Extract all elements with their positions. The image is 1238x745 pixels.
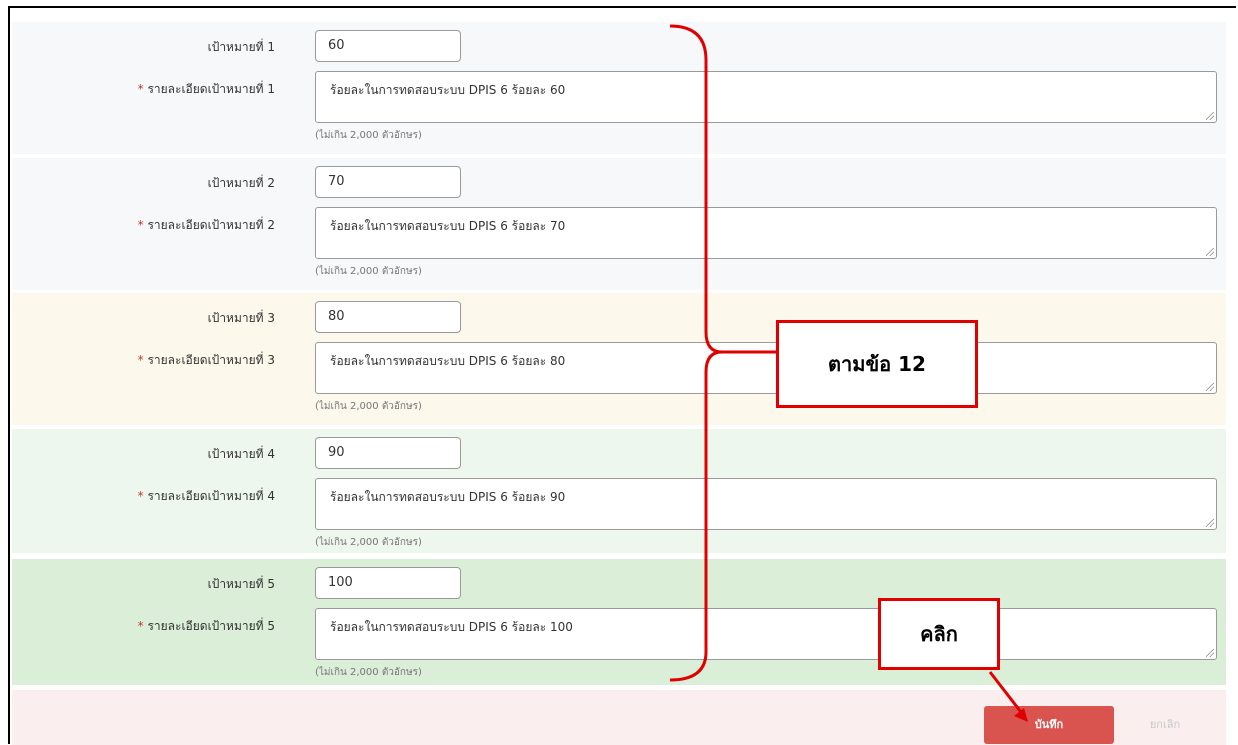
target-value-input-5[interactable]: 100 <box>315 567 461 599</box>
target-section-5: เป้าหมายที่ 5 100 * รายละเอียดเป้าหมายที… <box>12 559 1226 685</box>
target-label-1: เป้าหมายที่ 1 <box>207 40 275 54</box>
target-label-2: เป้าหมายที่ 2 <box>207 176 275 190</box>
target-label-4: เป้าหมายที่ 4 <box>207 447 275 461</box>
resize-grip-icon[interactable] <box>1206 248 1214 256</box>
brace-note-callout: ตามข้อ 12 <box>776 320 978 408</box>
click-note-callout: คลิก <box>878 598 1000 670</box>
target-detail-textarea-1[interactable]: ร้อยละในการทดสอบระบบ DPIS 6 ร้อยละ 60 <box>315 71 1217 123</box>
target-detail-label-3: * รายละเอียดเป้าหมายที่ 3 <box>0 351 275 370</box>
target-detail-text-4: ร้อยละในการทดสอบระบบ DPIS 6 ร้อยละ 90 <box>330 490 566 504</box>
char-limit-hint-1: (ไม่เกิน 2,000 ตัวอักษร) <box>315 130 422 141</box>
char-limit-hint-4: (ไม่เกิน 2,000 ตัวอักษร) <box>315 537 422 548</box>
required-mark: * <box>137 218 144 232</box>
target-value-input-3[interactable]: 80 <box>315 301 461 333</box>
target-section-3: เป้าหมายที่ 3 80 * รายละเอียดเป้าหมายที่… <box>12 293 1226 425</box>
target-detail-label-text-1: รายละเอียดเป้าหมายที่ 1 <box>147 82 275 96</box>
resize-grip-icon[interactable] <box>1206 649 1214 657</box>
target-detail-text-1: ร้อยละในการทดสอบระบบ DPIS 6 ร้อยละ 60 <box>330 83 566 97</box>
target-detail-textarea-3[interactable]: ร้อยละในการทดสอบระบบ DPIS 6 ร้อยละ 80 <box>315 342 1217 394</box>
target-value-input-4[interactable]: 90 <box>315 437 461 469</box>
target-detail-textarea-2[interactable]: ร้อยละในการทดสอบระบบ DPIS 6 ร้อยละ 70 <box>315 207 1217 259</box>
resize-grip-icon[interactable] <box>1206 383 1214 391</box>
target-label-3: เป้าหมายที่ 3 <box>207 311 275 325</box>
char-limit-hint-5: (ไม่เกิน 2,000 ตัวอักษร) <box>315 667 422 678</box>
resize-grip-icon[interactable] <box>1206 112 1214 120</box>
target-section-4: เป้าหมายที่ 4 90 * รายละเอียดเป้าหมายที่… <box>12 429 1226 553</box>
target-detail-text-3: ร้อยละในการทดสอบระบบ DPIS 6 ร้อยละ 80 <box>330 354 566 368</box>
target-detail-textarea-5[interactable]: ร้อยละในการทดสอบระบบ DPIS 6 ร้อยละ 100 <box>315 608 1217 660</box>
required-mark: * <box>137 353 144 367</box>
resize-grip-icon[interactable] <box>1206 519 1214 527</box>
target-detail-label-text-5: รายละเอียดเป้าหมายที่ 5 <box>147 619 275 633</box>
target-value-input-2[interactable]: 70 <box>315 166 461 198</box>
target-detail-textarea-4[interactable]: ร้อยละในการทดสอบระบบ DPIS 6 ร้อยละ 90 <box>315 478 1217 530</box>
char-limit-hint-3: (ไม่เกิน 2,000 ตัวอักษร) <box>315 401 422 412</box>
target-detail-label-4: * รายละเอียดเป้าหมายที่ 4 <box>0 487 275 506</box>
target-detail-label-text-3: รายละเอียดเป้าหมายที่ 3 <box>147 353 275 367</box>
target-detail-label-text-4: รายละเอียดเป้าหมายที่ 4 <box>147 489 275 503</box>
target-detail-label-5: * รายละเอียดเป้าหมายที่ 5 <box>0 617 275 636</box>
target-detail-text-2: ร้อยละในการทดสอบระบบ DPIS 6 ร้อยละ 70 <box>330 219 566 233</box>
char-limit-hint-2: (ไม่เกิน 2,000 ตัวอักษร) <box>315 266 422 277</box>
target-detail-label-2: * รายละเอียดเป้าหมายที่ 2 <box>0 216 275 235</box>
target-value-input-1[interactable]: 60 <box>315 30 461 62</box>
required-mark: * <box>137 489 144 503</box>
required-mark: * <box>137 82 144 96</box>
target-label-5: เป้าหมายที่ 5 <box>207 577 275 591</box>
target-detail-label-1: * รายละเอียดเป้าหมายที่ 1 <box>0 80 275 99</box>
cancel-button[interactable]: ยกเลิก <box>1130 706 1200 744</box>
target-detail-text-5: ร้อยละในการทดสอบระบบ DPIS 6 ร้อยละ 100 <box>330 620 573 634</box>
save-button[interactable]: บันทึก <box>984 706 1114 744</box>
form-footer: บันทึก ยกเลิก <box>12 690 1226 745</box>
required-mark: * <box>137 619 144 633</box>
target-section-2: เป้าหมายที่ 2 70 * รายละเอียดเป้าหมายที่… <box>12 158 1226 290</box>
target-detail-label-text-2: รายละเอียดเป้าหมายที่ 2 <box>147 218 275 232</box>
target-section-1: เป้าหมายที่ 1 60 * รายละเอียดเป้าหมายที่… <box>12 22 1226 154</box>
